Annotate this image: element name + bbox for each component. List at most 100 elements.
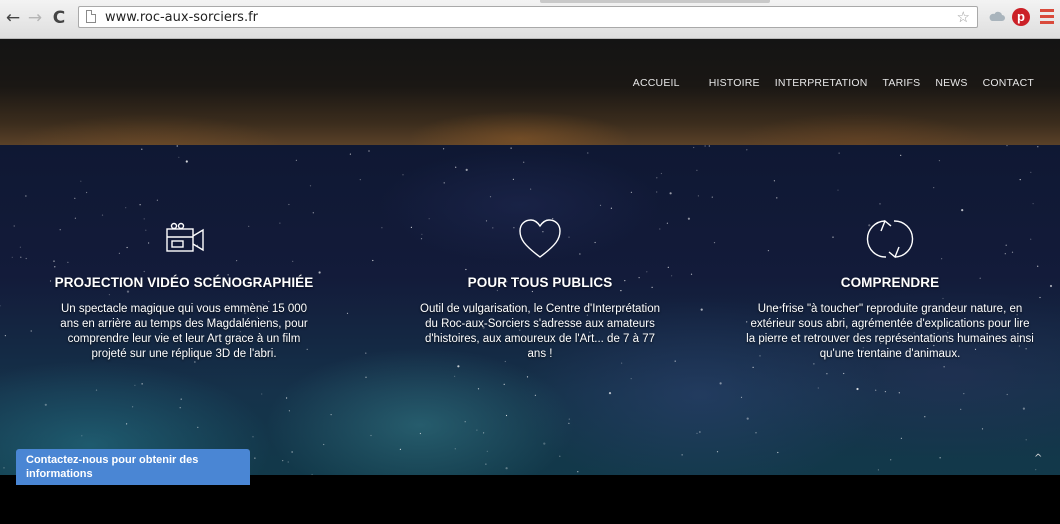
star-dot bbox=[939, 457, 941, 459]
star-dot bbox=[156, 199, 158, 201]
star-dot bbox=[1019, 179, 1021, 181]
star-dot bbox=[309, 185, 312, 187]
star-dot bbox=[656, 191, 658, 193]
star-dot bbox=[1035, 469, 1037, 471]
url-text[interactable]: www.roc-aux-sorciers.fr bbox=[105, 10, 258, 25]
nav-item-accueil[interactable]: ACCUEIL bbox=[633, 77, 680, 89]
star-dot bbox=[943, 366, 945, 368]
video-camera-icon bbox=[166, 222, 204, 252]
star-dot bbox=[813, 363, 815, 365]
star-dot bbox=[755, 432, 757, 434]
star-dot bbox=[630, 191, 633, 193]
star-dot bbox=[890, 459, 892, 461]
star-dot bbox=[1006, 393, 1008, 396]
star-dot bbox=[372, 259, 374, 262]
star-dot bbox=[568, 422, 570, 424]
star-dot bbox=[981, 428, 984, 430]
bookmark-star-icon[interactable]: ☆ bbox=[957, 8, 970, 26]
feature-title: POUR TOUS PUBLICS bbox=[467, 275, 613, 290]
star-dot bbox=[777, 451, 779, 454]
star-dot bbox=[74, 197, 76, 199]
site-header: ACCUEIL HISTOIRE INTERPRETATION TARIFS N… bbox=[0, 39, 1060, 145]
star-dot bbox=[740, 396, 743, 398]
star-dot bbox=[773, 180, 776, 182]
star-dot bbox=[505, 414, 508, 417]
reload-button[interactable]: C bbox=[48, 7, 70, 29]
star-dot bbox=[295, 159, 297, 161]
star-dot bbox=[719, 382, 722, 385]
star-dot bbox=[330, 414, 332, 416]
star-dot bbox=[483, 432, 485, 434]
star-dot bbox=[81, 435, 83, 437]
star-dot bbox=[534, 394, 537, 396]
nav-item-tarifs[interactable]: TARIFS bbox=[883, 77, 921, 89]
star-dot bbox=[512, 178, 515, 180]
star-dot bbox=[1037, 146, 1039, 148]
star-dot bbox=[489, 196, 492, 198]
scroll-to-top-icon[interactable]: ^ bbox=[1034, 453, 1042, 464]
nav-item-contact[interactable]: CONTACT bbox=[983, 77, 1034, 89]
star-dot bbox=[924, 416, 926, 418]
nav-item-news[interactable]: NEWS bbox=[935, 77, 967, 89]
star-dot bbox=[252, 436, 254, 438]
star-dot bbox=[621, 362, 623, 364]
address-bar[interactable]: www.roc-aux-sorciers.fr ☆ bbox=[78, 6, 978, 28]
nav-item-histoire[interactable]: HISTOIRE bbox=[709, 77, 760, 89]
star-dot bbox=[443, 148, 445, 150]
feature-description: Une frise "à toucher" reproduite grandeu… bbox=[746, 303, 1034, 360]
star-dot bbox=[368, 150, 370, 152]
star-dot bbox=[399, 448, 401, 450]
star-dot bbox=[503, 383, 505, 385]
feature-projection: PROJECTION VIDÉO SCÉNOGRAPHIÉE Un specta… bbox=[34, 217, 334, 362]
star-dot bbox=[349, 153, 351, 155]
star-dot bbox=[30, 330, 32, 332]
star-dot bbox=[419, 432, 421, 435]
star-dot bbox=[19, 246, 21, 248]
star-dot bbox=[465, 168, 468, 171]
star-dot bbox=[179, 407, 181, 409]
main-navigation: ACCUEIL HISTOIRE INTERPRETATION TARIFS N… bbox=[618, 77, 1034, 89]
star-dot bbox=[141, 148, 143, 150]
star-dot bbox=[178, 156, 180, 158]
star-dot bbox=[365, 352, 367, 354]
star-dot bbox=[587, 152, 589, 154]
star-dot bbox=[287, 461, 289, 463]
feature-comprendre: COMPRENDRE Une frise "à toucher" reprodu… bbox=[740, 217, 1040, 362]
star-dot bbox=[746, 417, 749, 420]
pinterest-icon[interactable]: p bbox=[1012, 8, 1030, 26]
star-dot bbox=[505, 467, 508, 470]
star-dot bbox=[559, 455, 561, 457]
star-dot bbox=[696, 169, 698, 171]
star-dot bbox=[963, 393, 965, 395]
star-dot bbox=[454, 448, 456, 450]
star-dot bbox=[568, 418, 570, 420]
star-dot bbox=[776, 197, 778, 199]
star-dot bbox=[697, 195, 700, 197]
star-dot bbox=[1022, 407, 1025, 410]
star-dot bbox=[879, 203, 881, 205]
heart-icon bbox=[519, 219, 561, 258]
star-dot bbox=[20, 256, 22, 258]
cloud-icon[interactable] bbox=[988, 8, 1006, 26]
forward-button[interactable]: → bbox=[24, 7, 46, 29]
hamburger-menu-icon[interactable] bbox=[1040, 9, 1054, 25]
star-dot bbox=[669, 192, 672, 195]
star-dot bbox=[464, 421, 466, 423]
star-dot bbox=[125, 207, 127, 209]
back-button[interactable]: ← bbox=[2, 7, 24, 29]
star-dot bbox=[877, 469, 880, 471]
star-dot bbox=[961, 209, 964, 212]
contact-request-button[interactable]: Contactez-nous pour obtenir des informat… bbox=[16, 449, 250, 485]
star-dot bbox=[0, 305, 1, 307]
nav-item-interpretation[interactable]: INTERPRETATION bbox=[775, 77, 868, 89]
star-dot bbox=[660, 172, 663, 175]
star-dot bbox=[477, 388, 480, 390]
star-dot bbox=[900, 154, 902, 156]
star-dot bbox=[656, 177, 658, 179]
feature-title: PROJECTION VIDÉO SCÉNOGRAPHIÉE bbox=[54, 275, 314, 290]
star-dot bbox=[13, 225, 15, 227]
star-dot bbox=[346, 312, 349, 314]
browser-tab[interactable] bbox=[540, 0, 770, 3]
feature-title: COMPRENDRE bbox=[840, 275, 940, 290]
star-dot bbox=[510, 147, 512, 149]
